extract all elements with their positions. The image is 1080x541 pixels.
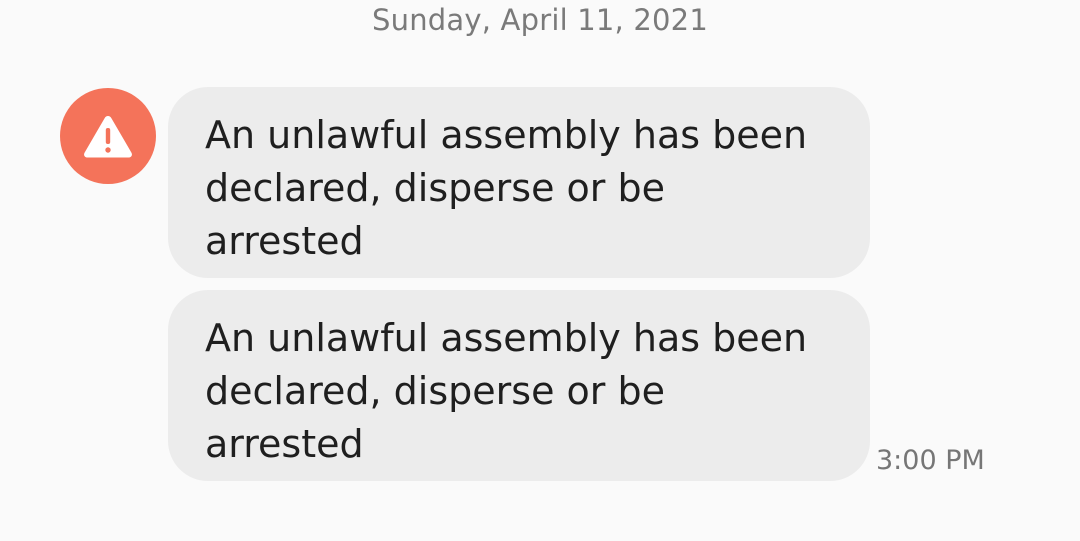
- message-bubble[interactable]: An unlawful assembly has been declared, …: [168, 290, 870, 481]
- message-text: An unlawful assembly has been declared, …: [205, 113, 808, 263]
- sender-avatar[interactable]: [60, 88, 156, 184]
- message-text: An unlawful assembly has been declared, …: [205, 316, 808, 466]
- date-header: Sunday, April 11, 2021: [372, 3, 708, 37]
- message-bubble[interactable]: An unlawful assembly has been declared, …: [168, 87, 870, 278]
- message-timestamp: 3:00 PM: [876, 445, 985, 476]
- warning-icon: [81, 112, 135, 160]
